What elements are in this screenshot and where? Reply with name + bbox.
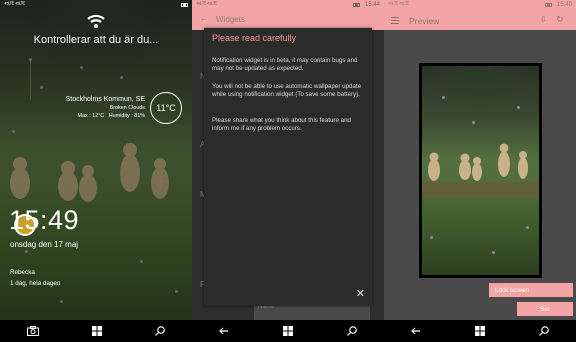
flower — [526, 226, 529, 229]
dialog-paragraph-2: You will not be able to use automatic wa… — [212, 83, 362, 98]
dialog-paragraph-3: Please share what you think about this f… — [212, 117, 351, 132]
page-title: Preview — [409, 16, 440, 26]
refresh-icon[interactable]: ↻ — [556, 14, 564, 25]
lock-clock: 15:49 — [9, 205, 80, 235]
back-icon[interactable] — [219, 326, 229, 336]
temperature-badge: 11°C — [150, 92, 182, 124]
search-icon[interactable] — [347, 326, 357, 336]
wallpaper-preview — [419, 63, 542, 278]
app-header: ⁴⁵ᴸᵀᴱ ⁴⁵ᴸᵀᴱ 15:44 ← Widgets — [192, 0, 384, 30]
status-bar: ⁴⁵ᴸᵀᴱ ⁴⁵ᴸᵀᴱ 15:44 — [192, 0, 384, 10]
back-icon[interactable] — [411, 326, 421, 336]
hamburger-icon[interactable] — [391, 17, 399, 26]
weather-humidity: Humidity : 81% — [108, 113, 145, 119]
flower — [160, 180, 163, 183]
battery-icon — [544, 3, 552, 7]
ground-squirrels-illustration — [422, 143, 539, 198]
status-time: 15:40 — [556, 2, 572, 8]
close-icon[interactable]: ✕ — [356, 289, 365, 300]
widgets-settings-panel: ⁴⁵ᴸᵀᴱ ⁴⁵ᴸᵀᴱ 15:44 ← Widgets N A M P Name… — [192, 0, 384, 342]
flower — [140, 260, 143, 263]
nav-bar — [384, 320, 576, 342]
weather-location: Stockholms Kommun, SE — [65, 96, 145, 103]
windows-icon[interactable] — [91, 326, 102, 336]
flower — [492, 251, 495, 254]
app-header: ⁴⁵ᴸᵀᴱ ⁴⁵ᴸᵀᴱ 15:40 Preview ⇩ ↻ — [384, 0, 576, 30]
preview-image — [422, 66, 539, 275]
search-icon[interactable] — [155, 326, 166, 336]
set-button[interactable]: Set — [517, 302, 573, 316]
weather-widget: Stockholms Kommun, SE Broken Clouds Max … — [66, 96, 145, 120]
nav-bar — [0, 320, 192, 342]
flower — [25, 250, 28, 253]
notification-text: Kontrollerar att du är du... — [33, 34, 159, 46]
status-bar: ⁴⁵ᴸᵀᴱ ⁴⁵ᴸᵀᴱ — [0, 0, 192, 10]
nav-bar — [192, 320, 384, 342]
calendar-event-title: Rebecka — [10, 269, 35, 276]
battery-icon — [352, 3, 360, 7]
flower — [80, 66, 83, 69]
flower-stem — [30, 60, 31, 100]
wifi-icon — [87, 14, 105, 28]
flower — [12, 130, 15, 133]
weather-max: Max : 12°C — [77, 113, 105, 119]
page-title: Widgets — [216, 15, 245, 24]
lock-screen-button[interactable]: Lock screen — [489, 283, 573, 297]
flower — [120, 76, 123, 79]
lock-date: onsdag den 17 maj — [10, 240, 79, 249]
windows-icon[interactable] — [283, 326, 293, 336]
lock-screen-panel: ⁴⁵ᴸᵀᴱ ⁴⁵ᴸᵀᴱ Kontrollerar att du är du...… — [0, 0, 192, 342]
battery-icon — [181, 3, 188, 7]
status-time: 15:44 — [364, 2, 380, 8]
beta-warning-dialog: Please read carefully Notification widge… — [204, 28, 372, 306]
preview-panel: ⁴⁵ᴸᵀᴱ ⁴⁵ᴸᵀᴱ 15:40 Preview ⇩ ↻ Lock scree… — [384, 0, 576, 342]
flower — [430, 236, 433, 239]
signal-indicator: ⁴⁵ᴸᵀᴱ ⁴⁵ᴸᵀᴱ — [388, 2, 409, 8]
windows-icon[interactable] — [475, 326, 485, 336]
dialog-title: Please read carefully — [212, 33, 297, 43]
flower — [175, 290, 178, 293]
flower — [60, 300, 63, 303]
flower — [472, 121, 475, 124]
status-bar: ⁴⁵ᴸᵀᴱ ⁴⁵ᴸᵀᴱ 15:40 — [384, 0, 576, 10]
flower — [442, 96, 445, 99]
back-arrow-icon[interactable]: ← — [200, 14, 208, 23]
flower — [517, 106, 520, 109]
flower — [29, 58, 32, 61]
lockscreen-wallpaper — [0, 0, 192, 342]
share-icon[interactable]: ⇩ — [540, 15, 547, 24]
camera-icon[interactable] — [26, 326, 39, 336]
flower — [40, 86, 43, 89]
search-icon[interactable] — [539, 326, 549, 336]
dialog-paragraph-1: Notification widget is in beta, it may c… — [212, 57, 358, 72]
weather-condition: Broken Clouds — [109, 105, 145, 111]
signal-indicator: ⁴⁵ᴸᵀᴱ ⁴⁵ᴸᵀᴱ — [4, 2, 25, 8]
calendar-event-detail: 1 dag, hela dagen — [10, 280, 61, 287]
signal-indicator: ⁴⁵ᴸᵀᴱ ⁴⁵ᴸᵀᴱ — [196, 2, 217, 8]
